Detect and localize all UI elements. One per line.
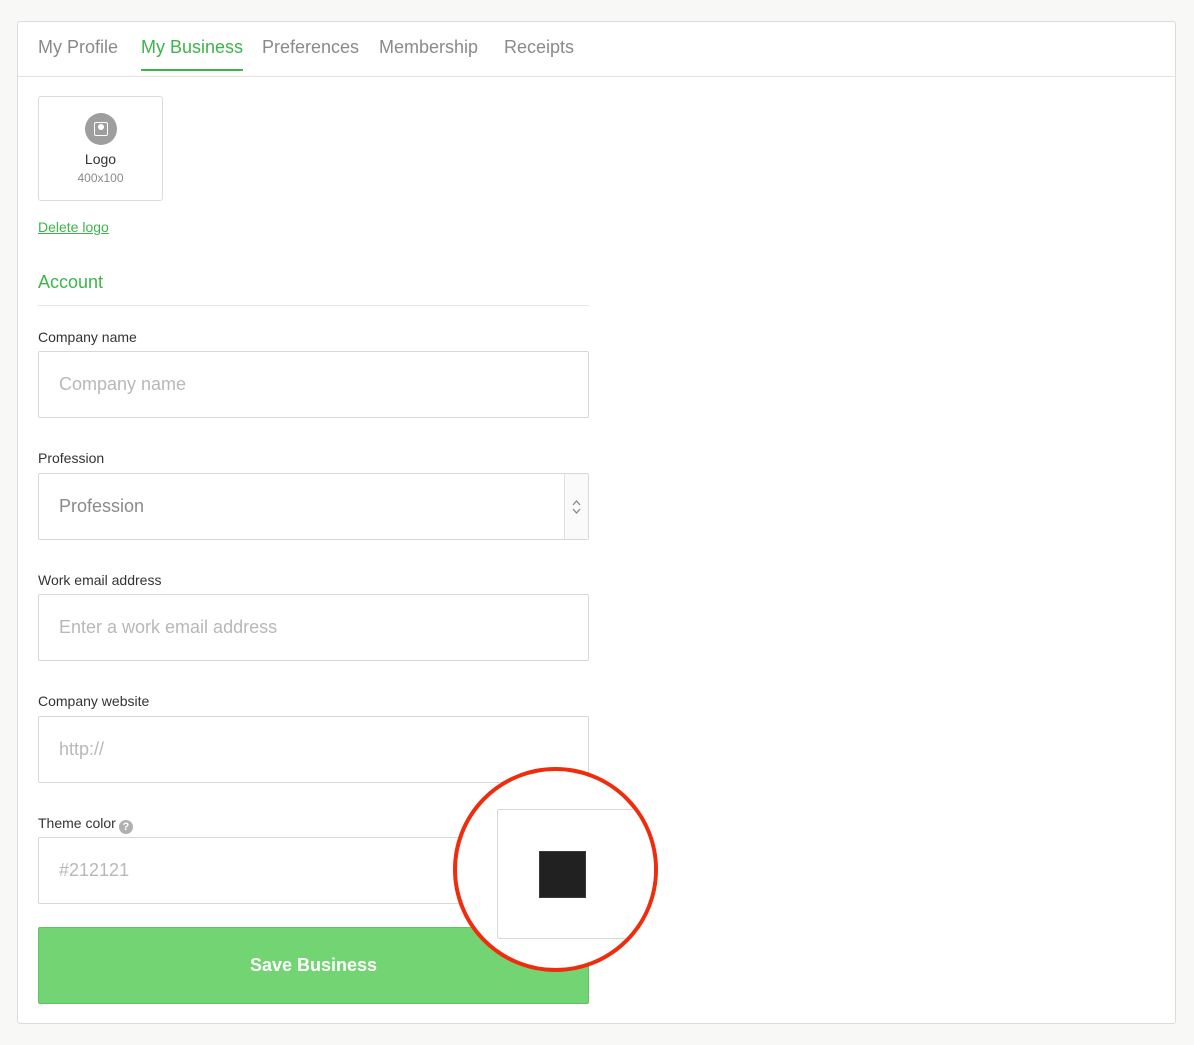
- logo-title: Logo: [84, 151, 117, 167]
- profession-selected-value: Profession: [59, 496, 145, 516]
- image-icon: [85, 113, 117, 145]
- theme-color-label-text: Theme color: [38, 815, 116, 831]
- company-name-field: [38, 351, 589, 418]
- tab-my-business[interactable]: My Business: [141, 37, 244, 71]
- zoom-highlight-circle: [453, 767, 658, 972]
- delete-logo-link[interactable]: Delete logo: [38, 219, 109, 235]
- tab-bar: My Profile My Business Preferences Membe…: [18, 22, 1175, 77]
- company-website-label: Company website: [38, 693, 150, 709]
- tab-my-profile[interactable]: My Profile: [38, 37, 118, 70]
- company-website-field: [38, 716, 589, 783]
- profession-label: Profession: [38, 450, 105, 466]
- logo-upload[interactable]: Logo 400x100: [38, 96, 163, 201]
- section-title-account: Account: [38, 272, 104, 292]
- section-divider: [38, 305, 589, 306]
- tab-membership[interactable]: Membership: [379, 37, 478, 70]
- tab-preferences[interactable]: Preferences: [262, 37, 359, 70]
- profession-select[interactable]: Profession: [38, 473, 589, 540]
- tab-receipts[interactable]: Receipts: [504, 37, 574, 70]
- help-icon[interactable]: ?: [118, 820, 133, 834]
- theme-color-swatch[interactable]: [539, 851, 586, 898]
- theme-color-label: Theme color?: [38, 815, 133, 834]
- company-name-label: Company name: [38, 329, 137, 345]
- logo-size-hint: 400x100: [77, 171, 124, 185]
- color-picker-box[interactable]: [497, 809, 654, 939]
- select-arrows-icon: [564, 474, 588, 539]
- work-email-input[interactable]: [39, 595, 588, 660]
- work-email-field: [38, 594, 589, 661]
- work-email-label: Work email address: [38, 572, 162, 588]
- company-name-input[interactable]: [39, 352, 588, 417]
- company-website-input[interactable]: [39, 717, 588, 782]
